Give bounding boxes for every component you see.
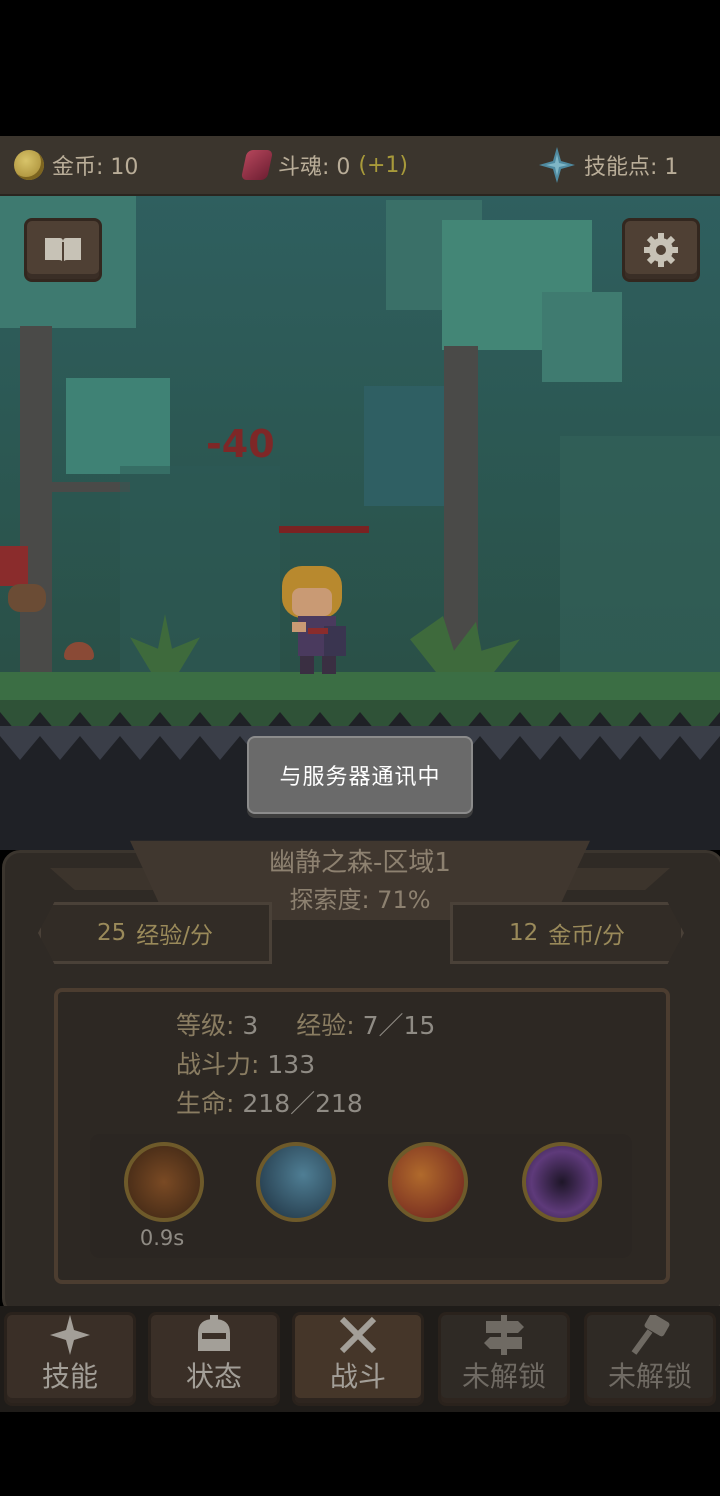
tab-battle[interactable]: 战斗	[292, 1312, 424, 1406]
skill-slot-1[interactable]	[124, 1142, 204, 1222]
soul-label: 斗魂: 0	[278, 155, 351, 180]
tab-label: 未解锁	[607, 1360, 692, 1393]
gold-rate-value: 12	[508, 920, 539, 946]
resource-bar: 金币: 10 斗魂: 0 (+1) 技能点: 1	[0, 136, 720, 196]
hp-value: 218／218	[242, 1089, 363, 1118]
skill-slot-4[interactable]	[522, 1142, 602, 1222]
sparkle-icon	[50, 1315, 90, 1355]
grass-strip	[0, 672, 720, 702]
soul-counter: 斗魂: 0 (+1)	[240, 136, 409, 194]
hero-sprite	[282, 566, 346, 674]
helmet-icon	[198, 1315, 230, 1351]
gold-counter: 金币: 10	[14, 136, 138, 194]
gold-label: 金币: 10	[52, 155, 139, 180]
skill-points-label: 技能点: 1	[584, 155, 679, 180]
tab-locked-2[interactable]: 未解锁	[584, 1312, 716, 1406]
gear-icon	[644, 233, 678, 267]
book-button[interactable]	[24, 218, 102, 282]
gold-rate-badge: 12 金币/分	[450, 902, 684, 964]
level-value: 3	[242, 1011, 259, 1040]
book-icon	[45, 238, 81, 264]
hero-hp-bar	[279, 526, 369, 533]
level-stat: 等级: 3 经验: 7／15	[176, 1006, 435, 1042]
tab-label: 战斗	[329, 1360, 386, 1393]
gold-rate-unit: 金币/分	[548, 923, 626, 949]
tab-status[interactable]: 状态	[148, 1312, 280, 1406]
skill-slot-2[interactable]	[256, 1142, 336, 1222]
crossed-swords-icon	[339, 1316, 377, 1354]
skill-cooldown: 0.9s	[139, 1226, 185, 1250]
exp-label: 经验:	[296, 1011, 355, 1040]
power-value: 133	[267, 1050, 316, 1079]
tab-locked-1[interactable]: 未解锁	[438, 1312, 570, 1406]
tab-label: 技能	[41, 1360, 98, 1393]
zone-name: 幽静之森-区域1	[269, 848, 451, 878]
signpost-icon	[484, 1315, 524, 1355]
settings-button[interactable]	[622, 218, 700, 282]
level-label: 等级:	[176, 1011, 235, 1040]
tab-label: 未解锁	[461, 1360, 546, 1393]
star-icon	[539, 147, 575, 183]
exp-value: 7／15	[362, 1011, 436, 1040]
skill-slot-3[interactable]	[388, 1142, 468, 1222]
skill-points-counter: 技能点: 1	[538, 136, 678, 194]
exp-rate-unit: 经验/分	[136, 923, 214, 949]
battle-scene	[0, 196, 720, 706]
soul-gem-icon	[240, 150, 274, 180]
power-stat: 战斗力: 133	[176, 1045, 315, 1081]
soul-bonus: (+1)	[358, 152, 409, 178]
tab-label: 状态	[185, 1360, 242, 1393]
tab-skills[interactable]: 技能	[4, 1312, 136, 1406]
exp-rate-value: 25	[96, 920, 127, 946]
hp-stat: 生命: 218／218	[176, 1084, 363, 1120]
hp-label: 生命:	[176, 1089, 235, 1118]
power-label: 战斗力:	[176, 1050, 260, 1079]
damage-number: -40	[206, 422, 275, 466]
server-connecting-toast: 与服务器通讯中	[247, 736, 473, 814]
coin-icon	[14, 150, 44, 180]
exp-rate-badge: 25 经验/分	[38, 902, 272, 964]
hammer-icon	[631, 1315, 670, 1355]
